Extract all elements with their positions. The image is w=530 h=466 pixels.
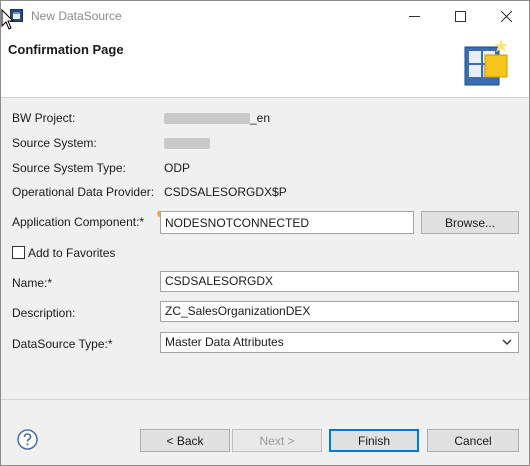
help-icon[interactable] xyxy=(17,429,38,450)
redacted-text xyxy=(164,113,250,125)
add-to-favorites-label: Add to Favorites xyxy=(28,246,116,260)
description-input[interactable]: ZC_SalesOrganizationDEX xyxy=(160,301,519,322)
browse-button[interactable]: Browse... xyxy=(421,211,519,234)
wizard-header: Confirmation Page xyxy=(1,31,529,98)
footer-divider xyxy=(1,399,529,400)
datasource-type-select[interactable]: Master Data Attributes xyxy=(160,332,519,353)
datasource-wizard-icon xyxy=(464,39,508,86)
redacted-text xyxy=(164,138,210,150)
back-button[interactable]: < Back xyxy=(140,429,230,452)
source-system-type-value: ODP xyxy=(164,161,191,175)
source-system-value xyxy=(164,136,210,150)
window-title: New DataSource xyxy=(31,9,122,23)
chevron-down-icon xyxy=(502,339,512,345)
minimize-icon xyxy=(408,15,420,17)
close-icon xyxy=(500,10,512,22)
name-input[interactable]: CSDSALESORGDX xyxy=(160,271,519,292)
datasource-type-value: Master Data Attributes xyxy=(165,335,284,349)
maximize-button[interactable] xyxy=(437,1,483,31)
mouse-cursor-icon xyxy=(1,9,15,30)
operational-data-provider-value: CSDSALESORGDX$P xyxy=(164,185,287,199)
next-button[interactable]: Next > xyxy=(232,429,322,452)
add-to-favorites-checkbox[interactable] xyxy=(12,246,25,259)
finish-button[interactable]: Finish xyxy=(329,429,419,452)
datasource-type-label: DataSource Type:* xyxy=(12,337,113,351)
bw-project-label: BW Project: xyxy=(12,111,76,125)
cancel-button[interactable]: Cancel xyxy=(427,429,519,452)
title-bar: New DataSource xyxy=(1,1,529,31)
minimize-button[interactable] xyxy=(391,1,437,31)
description-label: Description: xyxy=(12,306,76,320)
operational-data-provider-label: Operational Data Provider: xyxy=(12,185,155,199)
close-button[interactable] xyxy=(483,1,529,31)
name-label: Name:* xyxy=(12,276,53,290)
application-component-label: Application Component:* xyxy=(12,215,145,229)
maximize-icon xyxy=(454,10,466,22)
source-system-type-label: Source System Type: xyxy=(12,161,126,175)
application-component-input[interactable]: NODESNOTCONNECTED xyxy=(160,211,414,234)
bw-project-value: _en xyxy=(164,111,270,125)
new-datasource-dialog: New DataSource Confirmation Page BW Proj… xyxy=(0,0,530,466)
source-system-label: Source System: xyxy=(12,136,97,150)
page-title: Confirmation Page xyxy=(8,42,124,57)
bw-project-suffix: _en xyxy=(250,111,271,125)
